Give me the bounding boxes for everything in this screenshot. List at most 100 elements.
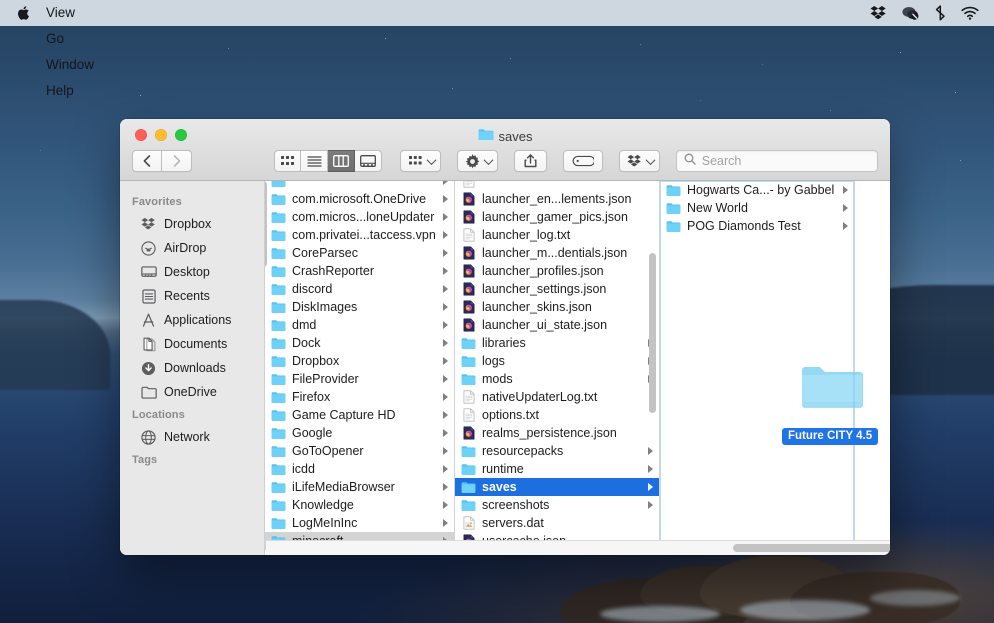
column-row[interactable]: mods: [455, 370, 659, 388]
menu-item-help[interactable]: Help: [36, 78, 104, 104]
vertical-scrollbar-thumb[interactable]: [265, 181, 267, 267]
folder-icon: [271, 372, 286, 386]
disclosure-arrow-icon: [443, 285, 448, 293]
sidebar-item-documents[interactable]: Documents: [126, 332, 258, 356]
folder-icon: [271, 282, 286, 296]
column-row[interactable]: CoreParsec: [265, 244, 454, 262]
bluetooth-icon[interactable]: [935, 5, 946, 21]
action-gear-button[interactable]: [457, 150, 498, 172]
icon-view-button[interactable]: [274, 150, 301, 172]
saves-column[interactable]: Hogwarts Ca...- by GabbelNew WorldPOG Di…: [660, 181, 855, 555]
column-row[interactable]: Dropbox: [265, 352, 454, 370]
tags-button[interactable]: [563, 150, 603, 172]
column-row[interactable]: launcher_gamer_pics.json: [455, 208, 659, 226]
arrange-button[interactable]: [400, 150, 441, 172]
drag-label: Future CITY 4.5: [782, 428, 878, 445]
column-view-button[interactable]: [328, 150, 355, 172]
column-row[interactable]: launcher_m...dentials.json: [455, 244, 659, 262]
text-file-icon: [461, 408, 476, 422]
sidebar-item-network[interactable]: Network: [126, 425, 258, 449]
column-row[interactable]: POG Diamonds Test: [660, 217, 854, 235]
column-row[interactable]: logs: [455, 352, 659, 370]
sidebar-item-desktop[interactable]: Desktop: [126, 260, 258, 284]
column-row[interactable]: launcher_skins.json: [455, 298, 659, 316]
column-row[interactable]: options.txt: [455, 406, 659, 424]
item-name: options.txt: [482, 408, 655, 422]
column-row[interactable]: discord: [265, 280, 454, 298]
column-row[interactable]: screenshots: [455, 496, 659, 514]
desktop-icon: [140, 264, 157, 280]
search-field[interactable]: [676, 150, 878, 172]
column-row[interactable]: GoToOpener: [265, 442, 454, 460]
dropbox-toolbar-button[interactable]: [619, 150, 660, 172]
disclosure-arrow-icon: [443, 195, 448, 203]
column-row[interactable]: [265, 181, 454, 190]
folder-icon: [271, 336, 286, 350]
column-row[interactable]: launcher_settings.json: [455, 280, 659, 298]
menu-item-view[interactable]: View: [36, 0, 104, 26]
column-row[interactable]: saves: [455, 478, 659, 496]
sidebar-item-label: Dropbox: [164, 217, 211, 231]
sidebar-item-dropbox[interactable]: Dropbox: [126, 212, 258, 236]
sidebar-item-label: Network: [164, 430, 210, 444]
minecraft-column[interactable]: launcher_en...lements.jsonlauncher_gamer…: [455, 181, 660, 555]
column-row[interactable]: launcher_profiles.json: [455, 262, 659, 280]
horizontal-scrollbar[interactable]: [266, 540, 890, 555]
column-row[interactable]: New World: [660, 199, 854, 217]
sidebar-item-onedrive[interactable]: OneDrive: [126, 380, 258, 404]
list-view-button[interactable]: [301, 150, 328, 172]
finder-window[interactable]: saves: [120, 119, 890, 555]
disclosure-arrow-icon: [443, 465, 448, 473]
wifi-icon[interactable]: [960, 5, 980, 21]
column-row[interactable]: dmd: [265, 316, 454, 334]
column-row[interactable]: Google: [265, 424, 454, 442]
column-row[interactable]: DiskImages: [265, 298, 454, 316]
folder-icon: [461, 336, 476, 350]
column-row[interactable]: [455, 181, 659, 190]
column-row[interactable]: Game Capture HD: [265, 406, 454, 424]
sidebar-item-downloads[interactable]: Downloads: [126, 356, 258, 380]
column-row[interactable]: servers.dat: [455, 514, 659, 532]
column-row[interactable]: libraries: [455, 334, 659, 352]
column-row[interactable]: nativeUpdaterLog.txt: [455, 388, 659, 406]
column-row[interactable]: launcher_en...lements.json: [455, 190, 659, 208]
horizontal-scrollbar-thumb[interactable]: [733, 544, 890, 552]
apple-logo-icon[interactable]: [10, 5, 36, 21]
application-support-column[interactable]: com.microsoft.OneDrivecom.micros...loneU…: [265, 181, 455, 555]
item-name: CoreParsec: [292, 246, 437, 260]
column-browser[interactable]: com.microsoft.OneDrivecom.micros...loneU…: [265, 181, 890, 555]
column-row[interactable]: FileProvider: [265, 370, 454, 388]
do-not-disturb-icon[interactable]: [901, 5, 921, 21]
menu-item-window[interactable]: Window: [36, 52, 104, 78]
gallery-view-button[interactable]: [355, 150, 382, 172]
column-row[interactable]: Hogwarts Ca...- by Gabbel: [660, 181, 854, 199]
column-row[interactable]: launcher_ui_state.json: [455, 316, 659, 334]
column-row[interactable]: launcher_log.txt: [455, 226, 659, 244]
column-row[interactable]: runtime: [455, 460, 659, 478]
column-row[interactable]: icdd: [265, 460, 454, 478]
sidebar-item-recents[interactable]: Recents: [126, 284, 258, 308]
column-row[interactable]: LogMeInInc: [265, 514, 454, 532]
window-title-text: saves: [499, 129, 533, 144]
menu-item-go[interactable]: Go: [36, 26, 104, 52]
dropbox-icon[interactable]: [870, 5, 887, 21]
column-row[interactable]: com.micros...loneUpdater: [265, 208, 454, 226]
column-row[interactable]: iLifeMediaBrowser: [265, 478, 454, 496]
vertical-scrollbar-thumb[interactable]: [649, 253, 656, 413]
sidebar-item-applications[interactable]: Applications: [126, 308, 258, 332]
sidebar-item-airdrop[interactable]: AirDrop: [126, 236, 258, 260]
column-row[interactable]: com.privatei...taccess.vpn: [265, 226, 454, 244]
column-row[interactable]: CrashReporter: [265, 262, 454, 280]
item-name: logs: [482, 354, 642, 368]
column-row[interactable]: com.microsoft.OneDrive: [265, 190, 454, 208]
column-row[interactable]: Dock: [265, 334, 454, 352]
column-row[interactable]: Firefox: [265, 388, 454, 406]
column-row[interactable]: realms_persistence.json: [455, 424, 659, 442]
column-row[interactable]: Knowledge: [265, 496, 454, 514]
column-row[interactable]: resourcepacks: [455, 442, 659, 460]
forward-button[interactable]: [162, 150, 192, 172]
preview-column[interactable]: [855, 181, 890, 555]
share-button[interactable]: [514, 150, 547, 172]
back-button[interactable]: [132, 150, 162, 172]
search-input[interactable]: [702, 154, 870, 168]
